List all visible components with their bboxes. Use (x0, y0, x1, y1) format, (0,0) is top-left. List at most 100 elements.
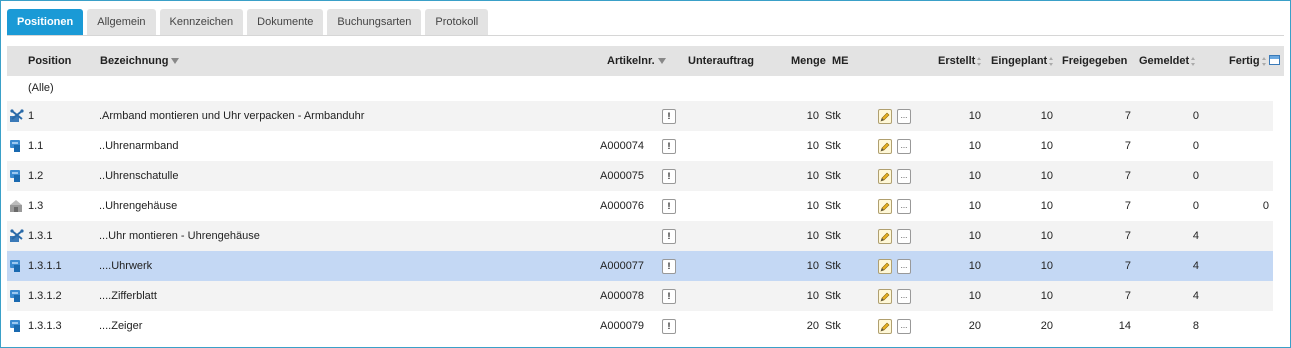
col-position[interactable]: Position (28, 46, 71, 76)
cell-eingeplant: 10 (1040, 260, 1053, 272)
edit-pencil-icon[interactable] (878, 289, 892, 304)
table-row[interactable]: 1.3.1.3 ....Zeiger A000079 ! 20 Stk ... … (7, 311, 1273, 341)
cell-erstellt: 20 (968, 320, 981, 332)
col-erstellt[interactable]: Erstellt (938, 46, 982, 76)
col-menge[interactable]: Menge (791, 46, 826, 76)
col-freigegeben-label: Freigegeben (1062, 55, 1128, 67)
col-gemeldet[interactable]: Gemeldet (1139, 46, 1196, 76)
cell-position: 1.3 (28, 200, 44, 212)
purchase-icon (10, 140, 20, 152)
cell-artikelnr: A000077 (600, 260, 645, 272)
cell-gemeldet: 4 (1192, 260, 1199, 272)
purchase-icon (10, 320, 20, 332)
warning-icon[interactable]: ! (662, 229, 676, 244)
table-row[interactable]: 1.3.1 ...Uhr montieren - Uhrengehäuse ! … (7, 221, 1273, 251)
cell-position: 1.3.1 (28, 230, 53, 242)
sort-icon[interactable] (977, 56, 982, 66)
more-button[interactable]: ... (897, 199, 911, 214)
warning-icon[interactable]: ! (662, 109, 676, 124)
cell-eingeplant: 10 (1040, 290, 1053, 302)
cell-fertig (1227, 251, 1269, 281)
more-button[interactable]: ... (897, 109, 911, 124)
cell-artikelnr: A000075 (600, 170, 645, 182)
more-button[interactable]: ... (897, 289, 911, 304)
filter-row-all[interactable]: (Alle) (28, 82, 54, 94)
table-row[interactable]: 1.3.1.1 ....Uhrwerk A000077 ! 10 Stk ...… (7, 251, 1273, 281)
more-button[interactable]: ... (897, 259, 911, 274)
edit-pencil-icon[interactable] (878, 259, 892, 274)
col-unterauftrag[interactable]: Unterauftrag (688, 46, 754, 76)
cell-me: Stk (825, 320, 841, 332)
cell-freigegeben: 7 (1124, 200, 1131, 212)
cell-me: Stk (825, 110, 841, 122)
cell-artikelnr: A000074 (600, 140, 645, 152)
cell-freigegeben: 7 (1124, 140, 1131, 152)
col-me[interactable]: ME (832, 46, 849, 76)
cell-eingeplant: 10 (1040, 170, 1053, 182)
more-button[interactable]: ... (897, 169, 911, 184)
warning-icon[interactable]: ! (662, 199, 676, 214)
tab-kennzeichen[interactable]: Kennzeichen (159, 9, 244, 35)
warning-icon[interactable]: ! (662, 139, 676, 154)
sort-icon[interactable] (1261, 56, 1267, 66)
cell-bezeichnung: ....Zifferblatt (99, 290, 157, 302)
warning-icon[interactable]: ! (662, 319, 676, 334)
tab-allgemein[interactable]: Allgemein (87, 9, 156, 35)
more-button[interactable]: ... (897, 319, 911, 334)
tab-protokoll[interactable]: Protokoll (425, 9, 489, 35)
col-artikelnr[interactable]: Artikelnr. (607, 46, 666, 76)
edit-pencil-icon[interactable] (878, 319, 892, 334)
table-row[interactable]: 1.3 ..Uhrengehäuse A000076 ! 10 Stk ... … (7, 191, 1273, 221)
cell-menge: 10 (806, 170, 819, 182)
cell-erstellt: 10 (968, 170, 981, 182)
warning-icon[interactable]: ! (662, 289, 676, 304)
col-gemeldet-label: Gemeldet (1139, 55, 1190, 67)
tab-buchungsarten[interactable]: Buchungsarten (327, 9, 422, 35)
table-row[interactable]: 1 .Armband montieren und Uhr verpacken -… (7, 101, 1273, 131)
cell-erstellt: 10 (968, 200, 981, 212)
assembly-icon (10, 229, 24, 242)
more-button[interactable]: ... (897, 139, 911, 154)
cell-gemeldet: 0 (1192, 200, 1199, 212)
edit-pencil-icon[interactable] (878, 109, 892, 124)
edit-pencil-icon[interactable] (878, 199, 892, 214)
warning-icon[interactable]: ! (662, 259, 676, 274)
filter-icon[interactable] (171, 58, 180, 65)
filter-icon[interactable] (657, 58, 666, 65)
cell-erstellt: 10 (968, 290, 981, 302)
col-eingeplant[interactable]: Eingeplant (991, 46, 1054, 76)
col-position-label: Position (28, 55, 72, 67)
tab-dokumente[interactable]: Dokumente (247, 9, 324, 35)
col-freigegeben[interactable]: Freigegeben (1062, 46, 1127, 76)
cell-fertig (1227, 101, 1269, 131)
table-row[interactable]: 1.1 ..Uhrenarmband A000074 ! 10 Stk ... … (7, 131, 1273, 161)
edit-pencil-icon[interactable] (878, 169, 892, 184)
cell-fertig: 0 (1262, 200, 1269, 212)
col-bezeichnung[interactable]: Bezeichnung (100, 46, 180, 76)
column-chooser-icon[interactable] (1269, 55, 1280, 65)
cell-bezeichnung: ....Uhrwerk (99, 260, 153, 272)
col-fertig[interactable]: Fertig (1229, 46, 1267, 76)
purchase-icon (10, 290, 20, 302)
cell-gemeldet: 8 (1192, 320, 1199, 332)
purchase-icon (10, 260, 20, 272)
more-button[interactable]: ... (897, 229, 911, 244)
table-row[interactable]: 1.3.1.2 ....Zifferblatt A000078 ! 10 Stk… (7, 281, 1273, 311)
cell-artikelnr: A000079 (600, 320, 645, 332)
assembly-icon (10, 109, 24, 122)
cell-erstellt: 10 (968, 110, 981, 122)
table-row[interactable]: 1.2 ..Uhrenschatulle A000075 ! 10 Stk ..… (7, 161, 1273, 191)
cell-freigegeben: 7 (1124, 260, 1131, 272)
cell-fertig (1227, 131, 1269, 161)
col-me-label: ME (832, 55, 849, 67)
sort-icon[interactable] (1049, 56, 1054, 66)
warning-icon[interactable]: ! (662, 169, 676, 184)
edit-pencil-icon[interactable] (878, 229, 892, 244)
sort-icon[interactable] (1191, 56, 1196, 66)
cell-bezeichnung: ...Uhr montieren - Uhrengehäuse (99, 230, 260, 242)
edit-pencil-icon[interactable] (878, 139, 892, 154)
col-erstellt-label: Erstellt (938, 55, 976, 67)
tab-positionen[interactable]: Positionen (7, 9, 84, 35)
col-menge-label: Menge (791, 55, 826, 67)
cell-freigegeben: 7 (1124, 230, 1131, 242)
